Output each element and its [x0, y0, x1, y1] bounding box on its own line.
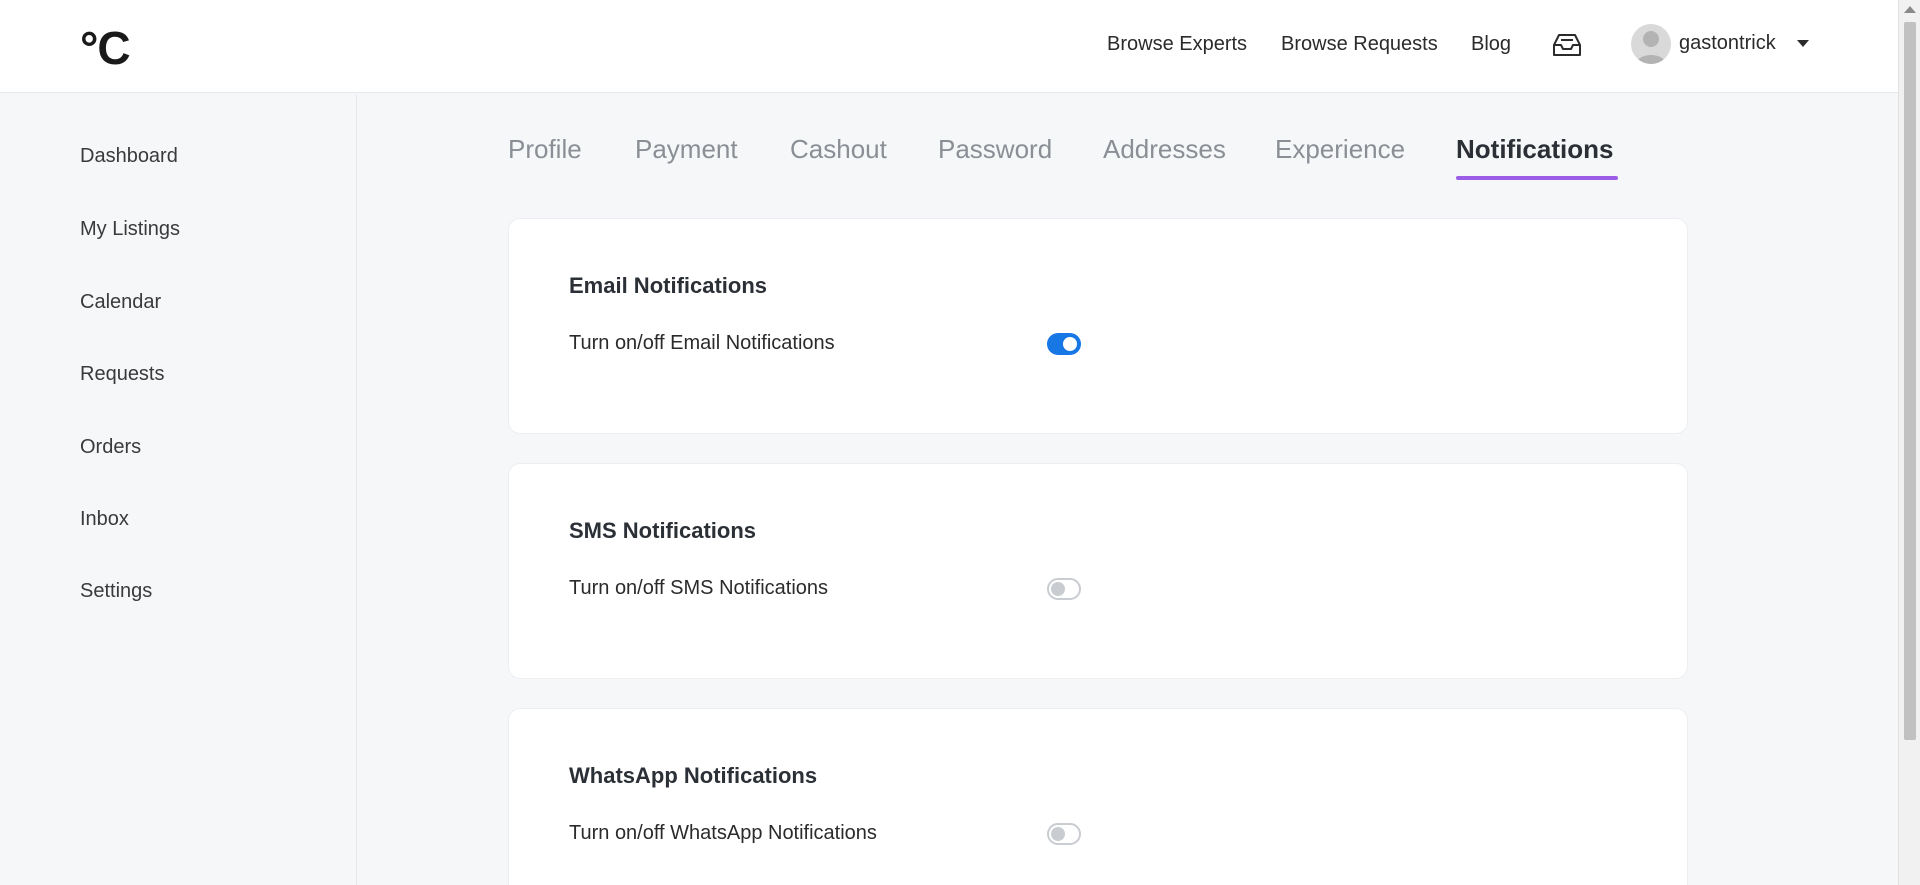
- whatsapp-notifications-card: WhatsApp Notifications Turn on/off Whats…: [508, 708, 1688, 885]
- tab-addresses[interactable]: Addresses: [1103, 134, 1226, 164]
- top-header: °C Browse Experts Browse Requests Blog g…: [0, 0, 1898, 93]
- page-scrollbar[interactable]: [1898, 0, 1920, 885]
- tab-notifications[interactable]: Notifications: [1456, 134, 1613, 164]
- sidebar-item-orders[interactable]: Orders: [80, 435, 141, 459]
- email-notifications-title: Email Notifications: [569, 273, 768, 298]
- email-notifications-label: Turn on/off Email Notifications: [569, 332, 835, 354]
- settings-page: °C Browse Experts Browse Requests Blog g…: [0, 0, 1920, 885]
- tab-experience[interactable]: Experience: [1275, 134, 1405, 164]
- toggle-knob: [1063, 337, 1077, 351]
- sidebar-item-calendar[interactable]: Calendar: [80, 290, 161, 314]
- nav-browse-experts[interactable]: Browse Experts: [1107, 32, 1247, 56]
- nav-blog[interactable]: Blog: [1471, 32, 1511, 56]
- sidebar-item-dashboard[interactable]: Dashboard: [80, 144, 178, 168]
- active-tab-indicator: [1456, 176, 1618, 180]
- nav-browse-requests[interactable]: Browse Requests: [1281, 32, 1438, 56]
- whatsapp-notifications-label: Turn on/off WhatsApp Notifications: [569, 822, 877, 844]
- tab-password[interactable]: Password: [938, 134, 1052, 164]
- sms-notifications-title: SMS Notifications: [569, 518, 757, 543]
- user-avatar-icon[interactable]: [1631, 24, 1671, 64]
- email-notifications-card: Email Notifications Turn on/off Email No…: [508, 218, 1688, 434]
- sidebar: Dashboard My Listings Calendar Requests …: [0, 94, 357, 885]
- tab-cashout[interactable]: Cashout: [790, 134, 887, 164]
- sidebar-item-settings[interactable]: Settings: [80, 579, 152, 603]
- sidebar-item-my-listings[interactable]: My Listings: [80, 217, 180, 241]
- toggle-knob: [1051, 827, 1065, 841]
- whatsapp-notifications-title: WhatsApp Notifications: [569, 763, 818, 788]
- sms-notifications-toggle[interactable]: [1047, 578, 1081, 600]
- username-label[interactable]: gastontrick: [1679, 31, 1776, 55]
- site-logo[interactable]: °C: [80, 22, 131, 74]
- inbox-tray-icon[interactable]: [1550, 31, 1584, 59]
- caret-down-icon[interactable]: [1797, 40, 1809, 47]
- toggle-knob: [1051, 582, 1065, 596]
- tab-payment[interactable]: Payment: [635, 134, 738, 164]
- tab-profile[interactable]: Profile: [508, 134, 582, 164]
- whatsapp-notifications-toggle[interactable]: [1047, 823, 1081, 845]
- scroll-up-arrow-icon[interactable]: [1904, 6, 1916, 13]
- scroll-thumb[interactable]: [1904, 22, 1916, 740]
- sms-notifications-label: Turn on/off SMS Notifications: [569, 577, 829, 599]
- sidebar-item-inbox[interactable]: Inbox: [80, 507, 129, 531]
- sidebar-item-requests[interactable]: Requests: [80, 362, 165, 386]
- sms-notifications-card: SMS Notifications Turn on/off SMS Notifi…: [508, 463, 1688, 679]
- email-notifications-toggle[interactable]: [1047, 333, 1081, 355]
